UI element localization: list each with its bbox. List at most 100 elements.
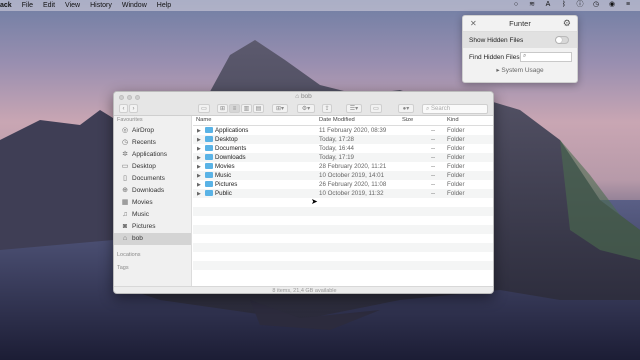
menu-view[interactable]: View <box>60 2 85 9</box>
search-field[interactable]: ⌕ Search <box>422 104 488 114</box>
sidebar-item-pictures[interactable]: ◙ Pictures <box>114 221 191 233</box>
sidebar-item-bob[interactable]: ⌂ bob <box>114 233 191 245</box>
table-row[interactable]: ▶ Music 10 October 2019, 14:01 -- Folder <box>193 171 493 180</box>
menu-bar: ack File Edit View History Window Help ○… <box>0 0 640 11</box>
sidebar-item-label: bob <box>132 235 143 242</box>
find-hidden-label: Find Hidden Files <box>469 53 520 61</box>
more-button[interactable]: ●▾ <box>398 104 414 113</box>
sidebar-item-airdrop[interactable]: ◎ AirDrop <box>114 125 191 137</box>
show-hidden-toggle[interactable] <box>555 36 569 44</box>
menu-history[interactable]: History <box>85 2 117 9</box>
disclosure-triangle-icon[interactable]: ▶ <box>197 191 201 197</box>
system-usage-row[interactable]: ▸ System Usage <box>463 66 577 74</box>
table-row[interactable]: ▶ Pictures 26 February 2020, 11:08 -- Folder <box>193 180 493 189</box>
folder-icon <box>205 145 213 151</box>
gallery-view-button[interactable]: ▤ <box>253 104 264 113</box>
table-row[interactable]: ▶ Public 10 October 2019, 11:32 -- Folder <box>193 189 493 198</box>
sidebar-item-documents[interactable]: ▯ Documents <box>114 173 191 185</box>
document-icon: ▯ <box>123 175 127 182</box>
sidebar-item-recents[interactable]: ◷ Recents <box>114 137 191 149</box>
column-name[interactable]: Name <box>196 117 211 123</box>
funter-header: ✕ Funter ⚙ <box>463 16 577 32</box>
table-row[interactable]: ▶ Downloads Today, 17:19 -- Folder <box>193 153 493 162</box>
clock-icon[interactable]: ◷ <box>592 1 600 9</box>
file-size: -- <box>431 190 436 197</box>
sidebar-item-label: Downloads <box>132 187 165 194</box>
file-size: -- <box>431 127 436 134</box>
finder-toolbar: ‹ › ▭ ⊞ ≡ ▥ ▤ ⊞▾ ⚙▾ ⇪ ☰▾ ▭ ●▾ ⌕ Search <box>114 102 493 116</box>
tag-button[interactable]: ▭ <box>370 104 382 113</box>
table-row[interactable]: ▶ Movies 28 February 2020, 11:21 -- Folder <box>193 162 493 171</box>
menu-file[interactable]: File <box>17 2 38 9</box>
disclosure-triangle-icon[interactable]: ▶ <box>197 182 201 188</box>
file-date: Today, 17:28 <box>319 136 354 143</box>
file-size: -- <box>431 136 436 143</box>
close-icon[interactable]: ✕ <box>470 19 477 28</box>
disclosure-triangle-icon[interactable]: ▶ <box>197 146 201 152</box>
folder-icon <box>205 154 213 160</box>
share-button[interactable]: ⇪ <box>322 104 332 113</box>
disclosure-triangle-icon[interactable]: ▶ <box>197 173 201 179</box>
group-by-button[interactable]: ⊞▾ <box>272 104 288 113</box>
find-hidden-search-input[interactable]: ⌕ <box>520 52 572 62</box>
menu-edit[interactable]: Edit <box>38 2 60 9</box>
file-name: Public <box>215 190 232 197</box>
disclosure-triangle-icon[interactable]: ▶ <box>197 155 201 161</box>
file-date: 28 February 2020, 11:21 <box>319 163 387 170</box>
minimize-window-button[interactable] <box>127 95 132 100</box>
empty-row <box>193 234 493 243</box>
airdrop-icon: ◎ <box>121 127 129 134</box>
funter-title: Funter <box>509 19 531 28</box>
wifi-icon[interactable]: ≋ <box>528 1 536 9</box>
action-gear-button[interactable]: ⚙▾ <box>297 104 315 113</box>
close-window-button[interactable] <box>119 95 124 100</box>
column-date-modified[interactable]: Date Modified <box>319 117 355 123</box>
home-icon: ⌂ <box>122 235 128 242</box>
table-row[interactable]: ▶ Documents Today, 16:44 -- Folder <box>193 144 493 153</box>
sidebar-item-music[interactable]: ♫ Music <box>114 209 191 221</box>
info-icon[interactable]: ⓘ <box>576 1 584 9</box>
disclosure-triangle-icon[interactable]: ▶ <box>197 128 201 134</box>
disclosure-triangle-icon[interactable]: ▶ <box>197 137 201 143</box>
back-button[interactable]: ‹ <box>119 104 128 113</box>
column-kind[interactable]: Kind <box>447 117 459 123</box>
zoom-window-button[interactable] <box>135 95 140 100</box>
menu-help[interactable]: Help <box>152 2 176 9</box>
bluetooth-icon[interactable]: ᛒ <box>560 1 568 9</box>
icon-view-button[interactable]: ⊞ <box>217 104 228 113</box>
menu-window[interactable]: Window <box>117 2 152 9</box>
file-kind: Folder <box>447 181 465 188</box>
table-row[interactable]: ▶ Desktop Today, 17:28 -- Folder <box>193 135 493 144</box>
new-folder-icon[interactable]: ▭ <box>198 104 210 113</box>
table-row[interactable]: ▶ Applications 11 February 2020, 08:39 -- Fo… <box>193 126 493 135</box>
window-title: bob <box>300 93 312 100</box>
disclosure-triangle-icon[interactable]: ▶ <box>197 164 201 170</box>
control-center-icon[interactable]: ≡ <box>624 1 632 9</box>
column-header: Name Date Modified Size Kind <box>193 116 493 126</box>
circle-icon[interactable]: ○ <box>512 1 520 9</box>
file-name: Downloads <box>215 154 246 161</box>
funter-icon[interactable]: ◉ <box>608 1 616 9</box>
sidebar-item-desktop[interactable]: ▭ Desktop <box>114 161 191 173</box>
file-name: Music <box>215 172 232 179</box>
tags-heading[interactable]: Tags <box>114 264 191 273</box>
text-input-icon[interactable]: A <box>544 1 552 9</box>
sidebar-item-applications[interactable]: ✲ Applications <box>114 149 191 161</box>
file-size: -- <box>431 181 436 188</box>
locations-heading[interactable]: Locations <box>114 251 191 260</box>
sidebar-item-label: Applications <box>132 151 168 158</box>
empty-row <box>193 252 493 261</box>
sidebar-item-downloads[interactable]: ⊕ Downloads <box>114 185 191 197</box>
file-size: -- <box>431 172 436 179</box>
arrange-button[interactable]: ☰▾ <box>346 104 362 113</box>
empty-row <box>193 270 493 279</box>
app-menu[interactable]: ack <box>0 2 17 9</box>
list-view-button[interactable]: ≡ <box>229 104 240 113</box>
gear-icon[interactable]: ⚙ <box>563 18 571 29</box>
column-view-button[interactable]: ▥ <box>241 104 252 113</box>
funter-popover: ✕ Funter ⚙ Show Hidden Files Find Hidden… <box>462 15 578 83</box>
forward-button[interactable]: › <box>129 104 138 113</box>
sidebar-item-movies[interactable]: ▦ Movies <box>114 197 191 209</box>
sidebar-item-label: Desktop <box>132 163 156 170</box>
column-size[interactable]: Size <box>402 117 413 123</box>
